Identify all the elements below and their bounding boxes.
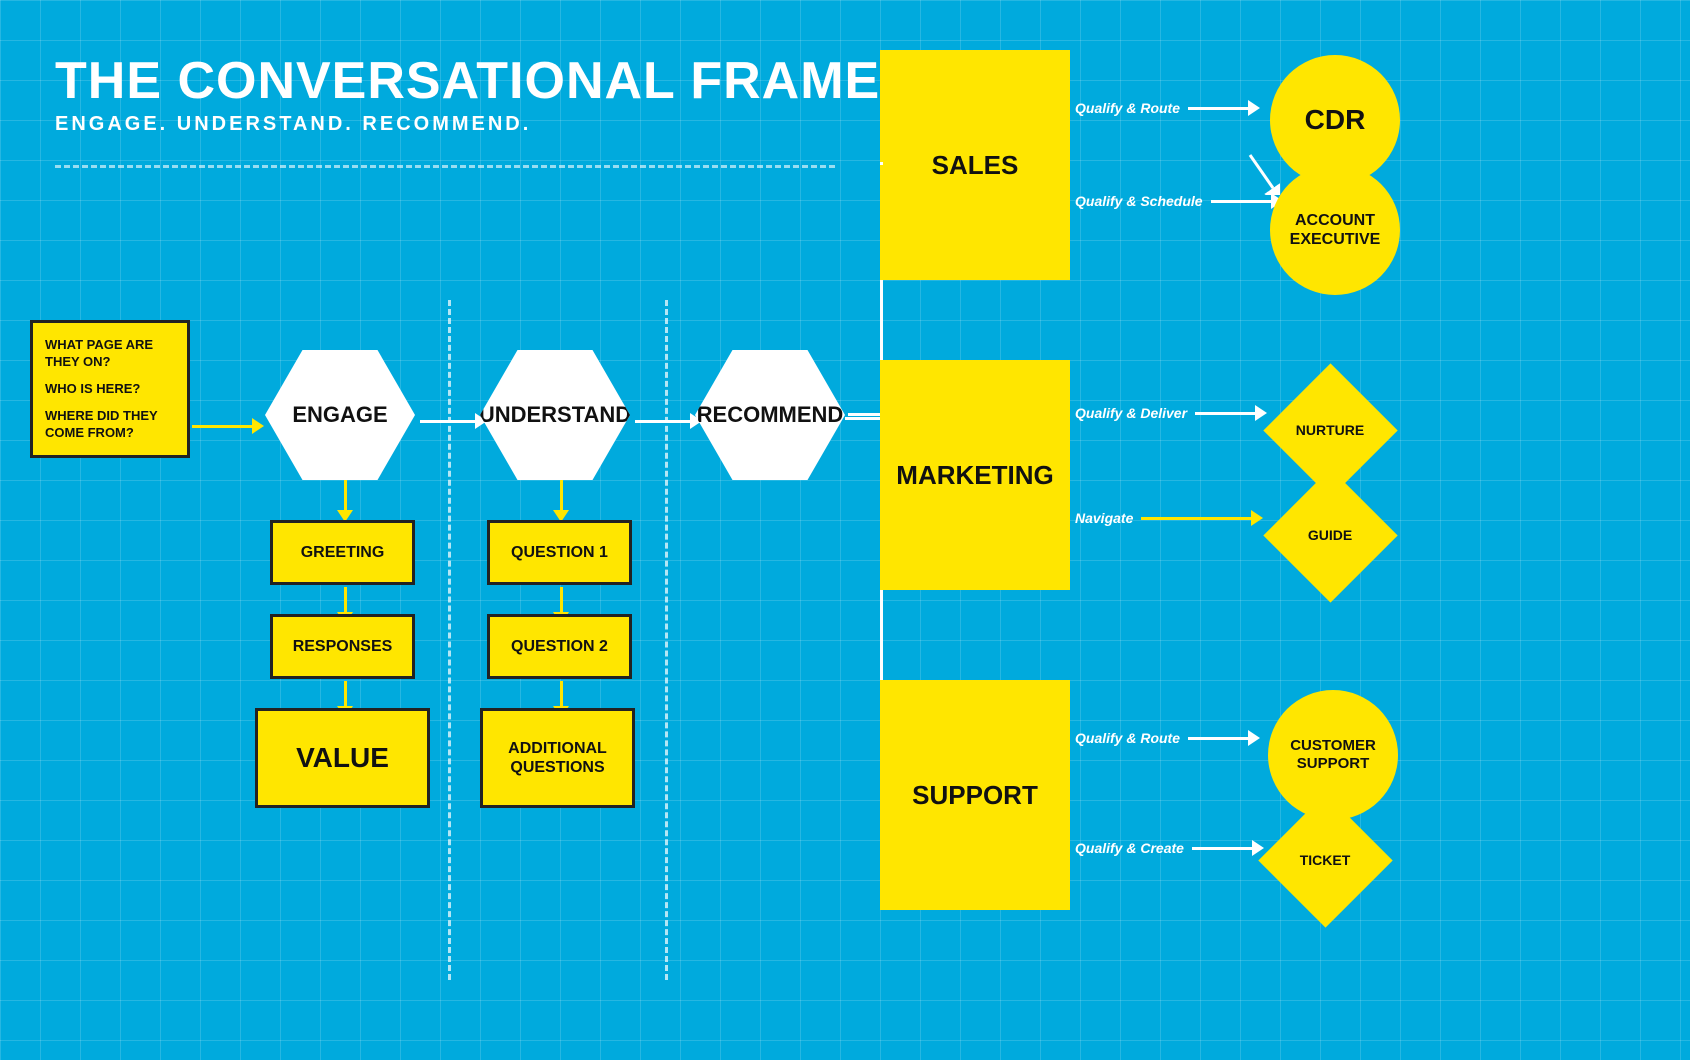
engage-hex: ENGAGE [265,350,415,480]
question1-box: QUESTION 1 [487,520,632,585]
responses-box: RESPONSES [270,614,415,679]
understand-hex: UNDERSTAND [480,350,630,480]
value-box: VALUE [255,708,430,808]
questions-box: WHAT PAGE ARE THEY ON? WHO IS HERE? WHER… [30,320,190,458]
sales-box: SALES [880,50,1070,280]
question-2: WHO IS HERE? [45,381,175,398]
connector-qualify-schedule: Qualify & Schedule [1075,193,1283,209]
diagonal-arrow [1245,150,1280,195]
guide-diamond: GUIDE [1270,475,1390,595]
question2-box: QUESTION 2 [487,614,632,679]
dashed-vert-2 [665,300,668,980]
question-1: WHAT PAGE ARE THEY ON? [45,337,175,371]
arrow-understand-to-q1 [553,480,569,522]
recommend-hex: RECOMMEND [695,350,845,480]
connector-qualify-deliver: Qualify & Deliver [1075,405,1267,421]
connector-qualify-route-sales: Qualify & Route [1075,100,1260,116]
main-container: THE CONVERSATIONAL FRAMEWORK ENGAGE. UND… [0,0,1690,1060]
connector-qualify-route-support: Qualify & Route [1075,730,1260,746]
connector-navigate: Navigate [1075,510,1263,526]
marketing-box: MARKETING [880,360,1070,590]
question-3: WHERE DID THEY COME FROM? [45,408,175,442]
dashed-vert-1 [448,300,451,980]
arrow-understand-recommend [635,413,702,429]
support-box: SUPPORT [880,680,1070,910]
dashed-divider [55,165,835,168]
ticket-diamond: TICKET [1265,800,1385,920]
account-executive-circle: ACCOUNT EXECUTIVE [1270,165,1400,295]
arrow-engage-to-greeting [337,480,353,522]
greeting-box: GREETING [270,520,415,585]
connector-qualify-create: Qualify & Create [1075,840,1264,856]
arrow-q-to-engage [192,418,264,434]
arrow-engage-understand [420,413,487,429]
additional-questions-box: ADDITIONAL QUESTIONS [480,708,635,808]
